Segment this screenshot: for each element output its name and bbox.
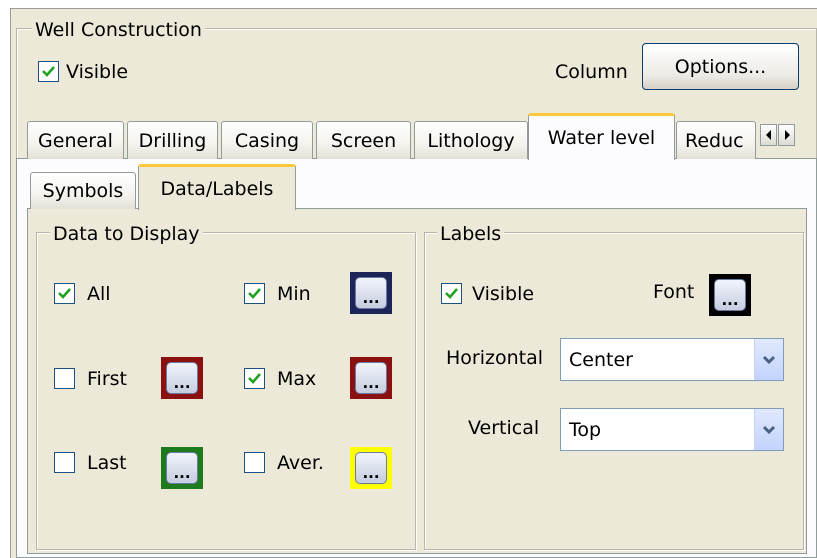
data-to-display-title: Data to Display <box>50 223 203 245</box>
last-checkbox[interactable] <box>54 452 75 473</box>
horizontal-label: Horizontal <box>446 347 544 369</box>
tab-general[interactable]: General <box>27 121 124 159</box>
labels-title: Labels <box>437 223 505 245</box>
first-color-button[interactable]: ... <box>161 357 203 399</box>
labels-visible-label: Visible <box>472 283 535 305</box>
max-color-ellipsis: ... <box>355 362 387 394</box>
max-label: Max <box>277 368 317 390</box>
vertical-label: Vertical <box>468 417 540 439</box>
first-color-ellipsis: ... <box>166 362 198 394</box>
tab-reduc[interactable]: Reduc <box>676 121 756 159</box>
tab-symbols[interactable]: Symbols <box>30 172 136 209</box>
min-checkbox[interactable] <box>244 283 265 304</box>
vertical-dropdown-button[interactable] <box>754 409 783 450</box>
aver-checkbox[interactable] <box>244 452 265 473</box>
horizontal-value: Center <box>569 348 633 371</box>
aver-label: Aver. <box>277 452 324 474</box>
tab-lithology[interactable]: Lithology <box>414 121 528 159</box>
horizontal-dropdown-button[interactable] <box>754 339 783 380</box>
checkmark-icon <box>58 288 71 299</box>
chevron-down-icon <box>762 425 776 434</box>
tab-scroll-right-button[interactable] <box>778 124 795 146</box>
tab-data-labels[interactable]: Data/Labels <box>138 164 296 210</box>
font-button[interactable]: ... <box>709 274 751 316</box>
horizontal-select[interactable]: Center <box>560 338 784 381</box>
tab-scroll-left-button[interactable] <box>760 124 777 146</box>
vertical-value: Top <box>569 418 602 441</box>
all-label: All <box>87 283 111 305</box>
checkmark-icon <box>248 373 261 384</box>
min-color-button[interactable]: ... <box>350 272 392 314</box>
min-color-ellipsis: ... <box>355 277 387 309</box>
chevron-down-icon <box>762 355 776 364</box>
checkmark-icon <box>42 66 55 77</box>
tab-screen[interactable]: Screen <box>316 121 411 159</box>
labels-visible-checkbox[interactable] <box>441 283 462 304</box>
column-label: Column <box>555 61 628 83</box>
all-checkbox[interactable] <box>54 283 75 304</box>
vertical-select[interactable]: Top <box>560 408 784 451</box>
font-label: Font <box>653 281 695 303</box>
last-color-button[interactable]: ... <box>161 447 203 489</box>
checkmark-icon <box>248 288 261 299</box>
well-construction-title: Well Construction <box>32 19 205 41</box>
first-checkbox[interactable] <box>54 368 75 389</box>
visible-checkbox[interactable] <box>38 61 59 82</box>
arrow-left-icon <box>765 130 771 140</box>
options-button[interactable]: Options... <box>642 43 799 90</box>
first-label: First <box>87 368 127 390</box>
tab-water-level[interactable]: Water level <box>528 113 675 160</box>
arrow-right-icon <box>784 130 790 140</box>
tab-drilling[interactable]: Drilling <box>127 121 218 159</box>
last-label: Last <box>87 452 127 474</box>
font-button-ellipsis: ... <box>714 279 746 311</box>
max-color-button[interactable]: ... <box>350 357 392 399</box>
last-color-ellipsis: ... <box>166 452 198 484</box>
tab-casing[interactable]: Casing <box>221 121 313 159</box>
min-label: Min <box>277 283 311 305</box>
aver-color-button[interactable]: ... <box>350 447 392 489</box>
visible-label: Visible <box>66 61 129 83</box>
checkmark-icon <box>445 288 458 299</box>
aver-color-ellipsis: ... <box>355 452 387 484</box>
max-checkbox[interactable] <box>244 368 265 389</box>
